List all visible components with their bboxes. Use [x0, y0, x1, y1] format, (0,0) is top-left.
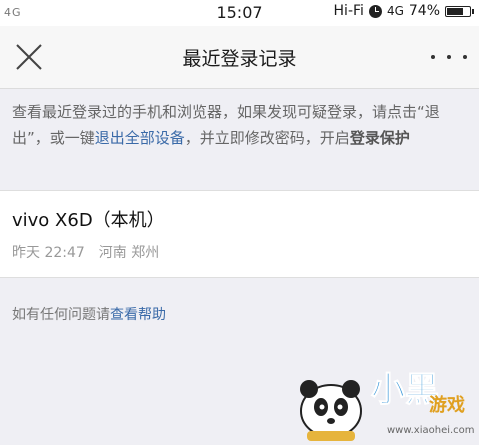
- alarm-icon: [368, 4, 382, 18]
- logout-all-devices-link[interactable]: 退出全部设备: [95, 129, 185, 147]
- more-button[interactable]: [431, 48, 467, 66]
- status-bar: 4G 15:07 Hi-Fi 4G 74%: [0, 0, 479, 26]
- battery-fill: [447, 7, 463, 15]
- login-location: 河南 郑州: [98, 245, 160, 261]
- navigation-bar: 最近登录记录: [0, 26, 479, 89]
- notice-text: 查看最近登录过的手机和浏览器，如果发现可疑登录，请点击“退出”，或一键退出全部设…: [12, 99, 470, 151]
- notice-text-2: ，并立即修改密码，开启: [184, 129, 350, 147]
- help-prefix: 如有任何问题请: [12, 307, 110, 323]
- view-help-link[interactable]: 查看帮助: [110, 307, 166, 323]
- record-meta: 昨天 22:47 河南 郑州: [12, 242, 159, 262]
- wifi-label: Hi-Fi: [333, 3, 364, 19]
- login-protection-text: 登录保护: [349, 129, 410, 147]
- more-icon: [431, 55, 435, 59]
- help-text: 如有任何问题请查看帮助: [12, 304, 166, 324]
- device-name: vivo X6D（本机）: [12, 210, 165, 231]
- battery-percent: 74%: [408, 3, 440, 19]
- battery-icon: [445, 5, 474, 17]
- close-button[interactable]: [14, 42, 44, 72]
- watermark-logo: 小黑 游戏 www.xiaohei.com: [279, 361, 479, 441]
- cell-label: 4G: [386, 4, 404, 18]
- svg-text:www.xiaohei.com: www.xiaohei.com: [387, 425, 475, 436]
- login-time: 昨天 22:47: [12, 245, 85, 261]
- close-icon: [16, 44, 42, 70]
- login-record-item[interactable]: vivo X6D（本机） 昨天 22:47 河南 郑州: [0, 190, 479, 278]
- svg-text:游戏: 游戏: [429, 394, 465, 416]
- page-title: 最近登录记录: [182, 48, 297, 70]
- panda-mascot-icon: 小黑 游戏 www.xiaohei.com: [300, 370, 475, 441]
- status-right-group: Hi-Fi 4G 74%: [333, 3, 474, 19]
